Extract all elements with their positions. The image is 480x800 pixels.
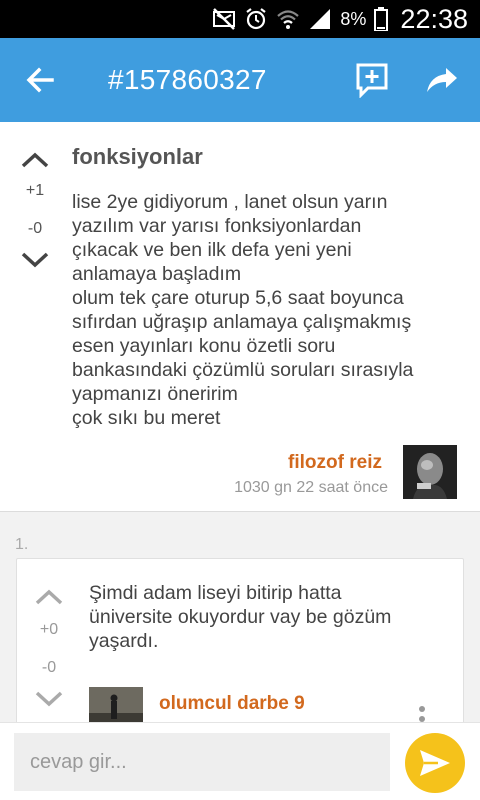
body-line: lise 2ye gidiyorum , lanet olsun yarın [72,191,388,213]
body-line: Şimdi adam liseyi bitirip hatta [89,582,342,604]
signal-icon [310,9,331,29]
upvote-icon[interactable] [34,587,64,607]
body-line: olum tek çare oturup 5,6 saat boyunca [72,287,404,309]
downvote-count: -0 [27,220,43,237]
author-avatar[interactable] [403,445,457,499]
entry-body: lise 2ye gidiyorum , lanet olsun yarın y… [72,190,462,430]
reply-body: Şimdi adam liseyi bitirip hatta üniversi… [89,581,449,653]
reply-author-link[interactable]: olumcul darbe 9 [159,693,305,715]
alarm-icon [246,8,267,30]
status-bar: 8% 22:38 [0,0,480,38]
entry-title[interactable]: fonksiyonlar [72,144,203,170]
downvote-count: -0 [41,659,57,676]
reply-vote-column: +0 -0 [29,587,69,709]
author-link[interactable]: filozof reiz [288,452,382,474]
share-icon[interactable] [424,64,460,96]
body-line: üniversite okuyordur vay be gözüm [89,606,392,628]
add-comment-icon[interactable] [354,62,390,98]
entry-timestamp: 1030 gn 22 saat önce [234,479,388,496]
upvote-count: +1 [25,182,45,199]
battery-percent: 8% [340,8,367,29]
page-title: #157860327 [108,64,267,95]
battery-icon [374,7,389,31]
body-line: anlamaya başladım [72,263,242,285]
body-line: yaşardı. [89,630,159,652]
mute-icon [213,8,236,30]
body-line: bankasındaki çözümlü soruları sırasıyla [72,359,414,381]
send-button[interactable] [405,733,465,793]
body-line: çıkacak ve ben ilk defa yeni yeni [72,239,352,261]
body-line: çok sıkı bu meret [72,407,221,429]
send-icon [420,750,450,776]
upvote-icon[interactable] [20,150,50,170]
wifi-icon [277,10,300,29]
body-line: yazılım var yarısı fonksiyonlardan [72,215,362,237]
entry-card: +1 -0 fonksiyonlar lise 2ye gidiyorum , … [0,122,480,512]
downvote-icon[interactable] [20,250,50,270]
reply-input[interactable] [14,733,390,791]
clock: 22:38 [400,3,468,34]
downvote-icon[interactable] [34,689,64,709]
back-arrow-icon[interactable] [22,64,62,96]
body-line: yapmanızı öneririm [72,383,238,405]
app-bar: #157860327 [0,38,480,122]
vote-column: +1 -0 [15,150,55,270]
body-line: sıfırdan uğraşıp anlamaya çalışmakmış [72,311,412,333]
reply-composer [0,722,480,800]
upvote-count: +0 [39,621,59,638]
reply-number: 1. [15,536,29,553]
body-line: esen yayınları konu özetli soru [72,335,336,357]
reply-author-avatar[interactable] [89,687,143,727]
